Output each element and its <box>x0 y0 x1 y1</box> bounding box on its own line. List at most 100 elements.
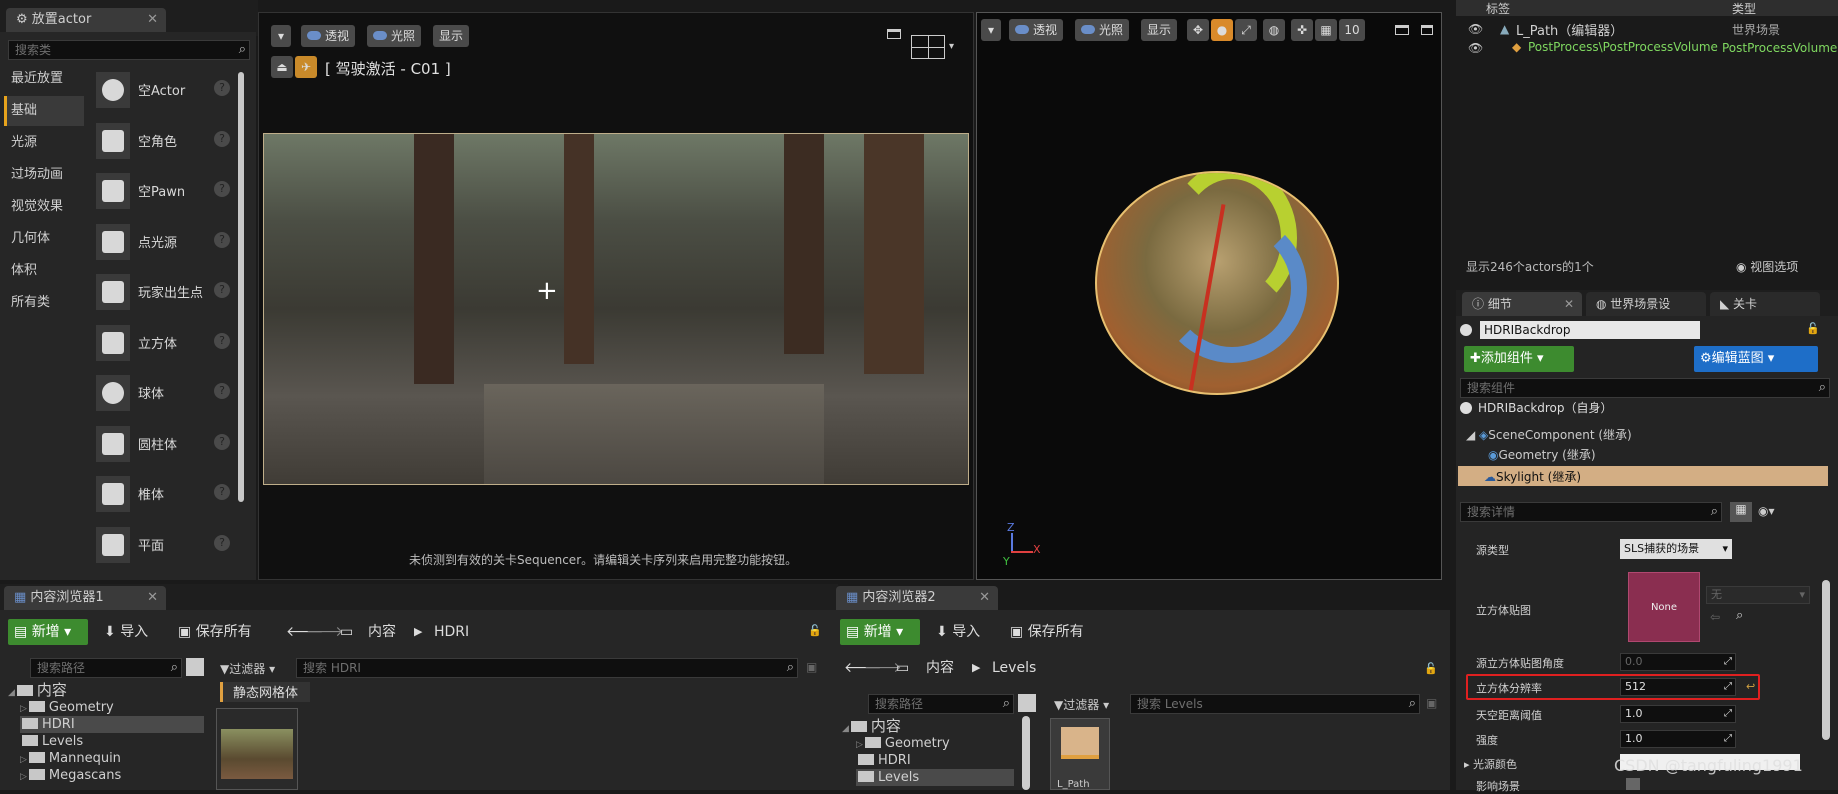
cb1-save-search-icon[interactable]: ▣ <box>806 660 817 674</box>
content-browser-1-tab[interactable]: ▦ 内容浏览器1 ✕ <box>4 586 166 610</box>
category-4[interactable]: 视觉效果 <box>4 192 84 222</box>
cb1-filter-chip[interactable]: 静态网格体 <box>220 682 310 702</box>
details-search[interactable]: 搜索详情 ⌕ <box>1460 502 1722 522</box>
source-type-select[interactable]: SLS捕获的场景 ▾ <box>1620 539 1732 559</box>
add-component-button[interactable]: ✚添加组件 ▾ <box>1464 346 1574 372</box>
help-icon[interactable]: ? <box>214 383 230 399</box>
search-icon[interactable]: ⌕ <box>1819 379 1826 397</box>
outliner-row-level[interactable]: L_Path（编辑器） <box>1516 20 1623 39</box>
cb1-new-button[interactable]: ▤ 新增 ▾ <box>8 619 88 645</box>
help-icon[interactable]: ? <box>214 130 230 147</box>
cb1-asset-hdri-thumb[interactable] <box>216 708 298 790</box>
search-icon[interactable]: ⌕ <box>787 659 794 677</box>
category-2[interactable]: 光源 <box>4 128 84 158</box>
content-browser-2-tab[interactable]: ▦ 内容浏览器2 ✕ <box>836 586 998 610</box>
expand-arrow-icon[interactable]: ▷ <box>856 740 863 750</box>
cb1-tree-item[interactable]: HDRI <box>20 716 204 733</box>
cb2-tree-item[interactable]: HDRI <box>856 752 1014 769</box>
visibility-icon[interactable]: ◉▾ <box>1758 504 1775 518</box>
viewport2-menu-button[interactable]: ▾ <box>981 19 1001 41</box>
help-icon[interactable]: ? <box>214 282 230 298</box>
close-viewport-icon[interactable] <box>1421 25 1433 35</box>
cb2-new-button[interactable]: ▤ 新增 ▾ <box>840 619 920 645</box>
category-5[interactable]: 几何体 <box>4 224 84 254</box>
cb2-import-button[interactable]: ⬇ 导入 <box>936 619 980 645</box>
viewport-menu-button[interactable]: ▾ <box>271 25 291 47</box>
browse-icon[interactable]: ⌕ <box>1736 608 1743 623</box>
place-actor-scrollbar[interactable] <box>238 72 244 502</box>
expand-arrow-icon[interactable]: ▷ <box>20 704 27 714</box>
surface-snap-icon[interactable]: ✜ <box>1291 19 1313 41</box>
cb1-crumb-current[interactable]: HDRI <box>434 619 469 645</box>
view-options-button[interactable]: ◉ 视图选项 <box>1736 258 1798 275</box>
category-1[interactable]: 基础 <box>4 96 84 126</box>
cb1-tree-item[interactable]: ◢ 内容 <box>8 682 204 699</box>
place-item[interactable]: 球体? <box>94 369 234 417</box>
search-icon[interactable]: ⌕ <box>171 659 178 677</box>
category-7[interactable]: 所有类 <box>4 288 84 318</box>
search-icon[interactable]: ⌕ <box>239 41 246 59</box>
actor-name-field[interactable]: HDRIBackdrop <box>1480 321 1700 339</box>
close-icon[interactable]: ✕ <box>147 8 158 32</box>
cb2-save-all-button[interactable]: ▣ 保存所有 <box>1010 619 1084 645</box>
scene-view[interactable]: + <box>263 133 969 485</box>
expand-arrow-icon[interactable]: ▷ <box>20 772 27 782</box>
grid-snap-icon[interactable]: ▦ <box>1315 19 1337 41</box>
place-item[interactable]: 空角色? <box>94 117 234 165</box>
maximize-icon[interactable] <box>887 29 901 39</box>
cb2-tree-item[interactable]: ◢ 内容 <box>842 718 1014 735</box>
lit-button[interactable]: 光照 <box>367 25 422 47</box>
reset-to-default-icon[interactable]: ↩ <box>1746 680 1755 693</box>
col-type-header[interactable]: 类型 <box>1732 0 1756 17</box>
cb2-path-options-icon[interactable] <box>1018 694 1036 712</box>
hdri-sphere[interactable] <box>1095 171 1339 395</box>
expand-arrow-icon[interactable]: ◢ <box>8 688 15 698</box>
cb1-lock-icon[interactable]: 🔓 <box>808 624 822 637</box>
world-icon[interactable]: ◍ <box>1263 19 1285 41</box>
levels-tab[interactable]: ◣ 关卡 <box>1710 292 1820 316</box>
cb1-tree-item[interactable]: ▷ Megascans <box>20 767 204 784</box>
help-icon[interactable]: ? <box>214 181 230 197</box>
intensity-field[interactable]: 1.0 ⤢ <box>1620 730 1736 748</box>
col-label-header[interactable]: 标签 <box>1486 0 1510 17</box>
eye-icon-2[interactable]: 👁 <box>1468 41 1483 55</box>
scale-icon[interactable]: ⤢ <box>1235 19 1257 41</box>
place-actor-search[interactable]: 搜索类 ⌕ <box>8 40 250 60</box>
close-icon[interactable]: ✕ <box>147 586 158 610</box>
cb1-path-options-icon[interactable] <box>186 658 204 676</box>
cb1-save-all-button[interactable]: ▣ 保存所有 <box>178 619 252 645</box>
details-tab[interactable]: ⓘ 细节 ✕ <box>1462 292 1582 316</box>
cubemap-thumbnail[interactable]: None <box>1628 572 1700 642</box>
place-item[interactable]: 平面? <box>94 521 234 569</box>
details-scrollbar[interactable] <box>1822 580 1830 740</box>
cb1-forward-icon[interactable]: 🡒 <box>306 619 344 645</box>
component-scene[interactable]: ◢ ◈SceneComponent (继承) <box>1466 426 1632 443</box>
help-icon[interactable]: ? <box>214 231 230 248</box>
component-geometry[interactable]: ◉Geometry (继承) <box>1488 446 1596 463</box>
grid-value[interactable]: 10 <box>1339 19 1365 41</box>
layout-icon[interactable] <box>911 35 945 59</box>
maximize-icon-2[interactable] <box>1395 25 1409 35</box>
cb1-import-button[interactable]: ⬇ 导入 <box>104 619 148 645</box>
search-icon[interactable]: ⌕ <box>1003 695 1010 713</box>
component-skylight[interactable]: ☁Skylight (继承) <box>1484 468 1581 485</box>
perspective-button-2[interactable]: 透视 <box>1009 19 1064 41</box>
place-item[interactable]: 立方体? <box>94 319 234 367</box>
viewport-1[interactable]: ▾ 透视 光照 显示 ⏏ ✈ [ 驾驶激活 - C01 ] ▾ + 未侦测到有效… <box>258 12 974 580</box>
search-icon[interactable]: ⌕ <box>1711 503 1718 521</box>
place-item[interactable]: 空Pawn? <box>94 167 234 215</box>
help-icon[interactable]: ? <box>214 534 230 551</box>
perspective-button[interactable]: 透视 <box>301 25 356 47</box>
use-selected-icon[interactable]: ⇦ <box>1710 610 1720 624</box>
eye-icon[interactable]: 👁 <box>1468 22 1483 36</box>
cb1-asset-search[interactable]: 搜索 HDRI ⌕ <box>296 658 798 678</box>
cb1-tree-item[interactable]: ▷ Mannequin <box>20 750 204 767</box>
cb1-tree-item[interactable]: ▷ Geometry <box>20 699 204 716</box>
place-actor-tab[interactable]: ⚙ 放置actor ✕ <box>6 8 166 32</box>
cb2-filters-button[interactable]: ▼过滤器 ▾ <box>1054 696 1109 713</box>
expand-arrow-icon[interactable]: ▷ <box>20 755 27 765</box>
help-icon[interactable]: ? <box>214 80 230 96</box>
component-search[interactable]: 搜索组件 ⌕ <box>1460 378 1830 398</box>
cubemap-resolution-field[interactable]: 512 ⤢ <box>1620 678 1736 696</box>
viewport-2[interactable]: ▾ 透视 光照 显示 ✥ ● ⤢ ◍ ✜ ▦ 10 Z X Y <box>976 12 1442 580</box>
